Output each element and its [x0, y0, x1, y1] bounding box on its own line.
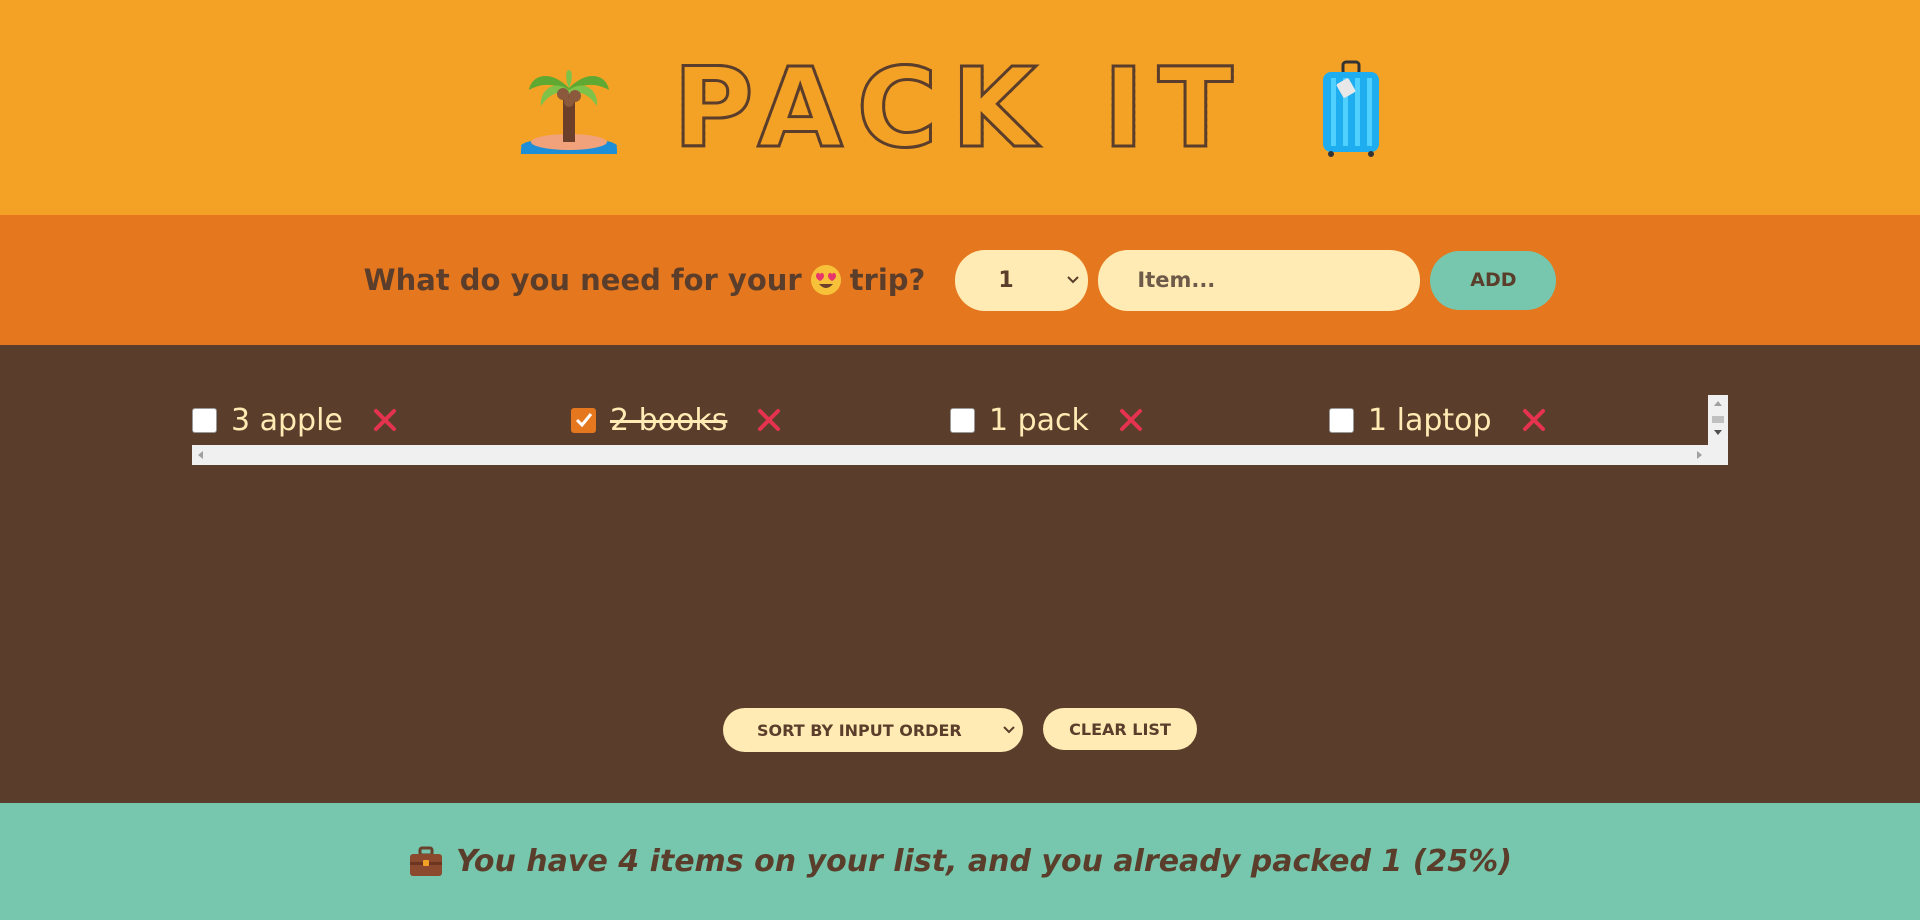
packing-list[interactable]: 3 apple 2 books 1 pack 1 laptop	[192, 395, 1728, 465]
delete-icon[interactable]	[755, 406, 783, 434]
clear-list-button[interactable]: CLEAR LIST	[1043, 708, 1197, 750]
item-label: 3 apple	[231, 402, 343, 438]
packed-checkbox[interactable]	[950, 407, 975, 433]
packed-checkbox[interactable]	[192, 407, 217, 433]
quantity-value: 1	[998, 267, 1014, 293]
vertical-scrollbar[interactable]	[1708, 395, 1728, 465]
packing-list-section: 3 apple 2 books 1 pack 1 laptop SORT BY INP…	[0, 345, 1920, 803]
delete-icon[interactable]	[371, 406, 399, 434]
item-input[interactable]	[1098, 249, 1421, 311]
chevron-down-icon	[1003, 726, 1015, 734]
suitcase-icon	[1322, 60, 1379, 157]
list-item: 1 pack	[950, 395, 1329, 445]
form-question: What do you need for your trip?	[364, 263, 926, 297]
list-items: 3 apple 2 books 1 pack 1 laptop	[192, 395, 1708, 445]
scroll-up-icon[interactable]	[1714, 401, 1722, 406]
list-item: 2 books	[571, 395, 950, 445]
scroll-thumb[interactable]	[1712, 416, 1724, 423]
item-label: 2 books	[610, 402, 728, 438]
add-button[interactable]: ADD	[1430, 250, 1557, 310]
scroll-down-icon[interactable]	[1714, 430, 1722, 435]
sort-value: SORT BY INPUT ORDER	[757, 720, 962, 740]
question-prefix: What do you need for your	[363, 263, 802, 297]
list-actions: SORT BY INPUT ORDER CLEAR LIST	[0, 708, 1920, 752]
checkmark-icon	[575, 413, 592, 428]
scroll-left-icon[interactable]	[198, 451, 203, 459]
question-suffix: trip?	[849, 263, 926, 297]
packed-checkbox[interactable]	[1329, 407, 1354, 433]
stats-text: You have 4 items on your list, and you a…	[456, 844, 1512, 879]
briefcase-icon	[410, 846, 443, 876]
sort-select[interactable]: SORT BY INPUT ORDER	[723, 708, 1023, 752]
chevron-down-icon	[1067, 276, 1080, 284]
add-item-form: What do you need for your trip? 1 ADD	[0, 215, 1920, 345]
quantity-select[interactable]: 1	[955, 249, 1089, 311]
palm-island-icon	[521, 69, 618, 154]
list-item: 3 apple	[192, 395, 571, 445]
app-title: PACK IT	[672, 43, 1247, 172]
heart-eyes-icon	[810, 265, 841, 295]
scroll-right-icon[interactable]	[1697, 451, 1702, 459]
stats-bar: You have 4 items on your list, and you a…	[0, 803, 1920, 920]
item-label: 1 pack	[989, 402, 1089, 438]
delete-icon[interactable]	[1520, 406, 1548, 434]
packed-checkbox[interactable]	[571, 407, 596, 433]
item-label: 1 laptop	[1368, 402, 1492, 438]
horizontal-scrollbar[interactable]	[192, 445, 1708, 465]
delete-icon[interactable]	[1117, 406, 1145, 434]
list-item: 1 laptop	[1329, 395, 1708, 445]
app-header: PACK IT	[0, 0, 1920, 215]
